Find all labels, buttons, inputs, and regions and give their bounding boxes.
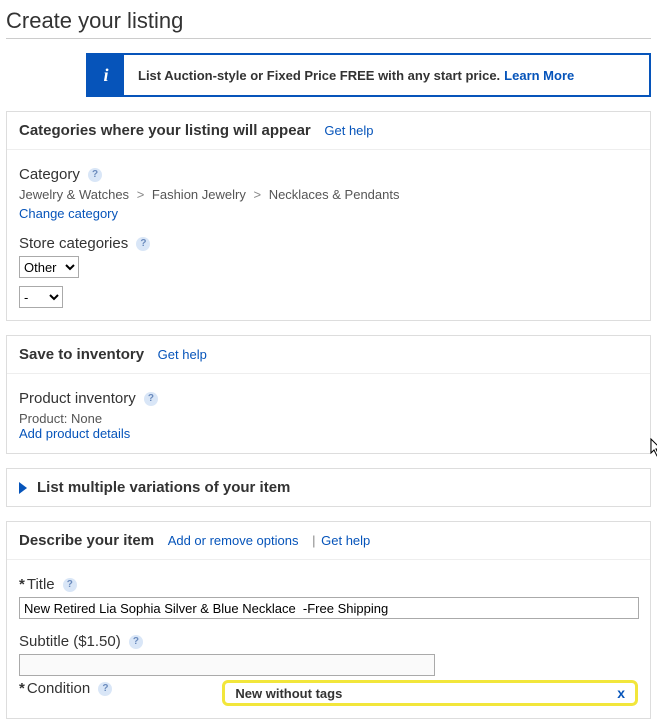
help-icon[interactable]: ? — [144, 392, 158, 406]
inventory-get-help-link[interactable]: Get help — [158, 347, 207, 362]
store-categories-label-text: Store categories — [19, 235, 128, 252]
help-icon[interactable]: ? — [98, 682, 112, 696]
inventory-section: Save to inventory Get help Product inven… — [6, 335, 651, 454]
subtitle-input[interactable] — [19, 654, 435, 676]
category-label-text: Category — [19, 166, 80, 183]
categories-header: Categories where your listing will appea… — [7, 112, 650, 150]
category-breadcrumb: Jewelry & Watches > Fashion Jewelry > Ne… — [19, 187, 638, 202]
add-product-details-link[interactable]: Add product details — [19, 426, 130, 441]
describe-section: Describe your item Add or remove options… — [6, 521, 651, 719]
chevron-right-icon: > — [253, 187, 261, 202]
store-categories-label: Store categories ? — [19, 235, 638, 252]
categories-section: Categories where your listing will appea… — [6, 111, 651, 321]
store-category-select-2[interactable]: - — [19, 286, 63, 308]
chevron-right-icon: > — [137, 187, 145, 202]
breadcrumb-item: Jewelry & Watches — [19, 187, 129, 202]
subtitle-label-text: Subtitle ($1.50) — [19, 633, 121, 650]
help-icon[interactable]: ? — [63, 578, 77, 592]
help-icon[interactable]: ? — [88, 168, 102, 182]
learn-more-link[interactable]: Learn More — [504, 68, 574, 83]
breadcrumb-item: Fashion Jewelry — [152, 187, 246, 202]
describe-get-help-link[interactable]: Get help — [321, 533, 370, 548]
describe-title: Describe your item — [19, 532, 154, 549]
categories-title: Categories where your listing will appea… — [19, 122, 311, 139]
condition-label-text: Condition — [27, 680, 90, 697]
info-banner: i List Auction-style or Fixed Price FREE… — [86, 53, 651, 97]
change-category-link[interactable]: Change category — [19, 206, 118, 221]
add-remove-options-link[interactable]: Add or remove options — [168, 533, 299, 548]
title-label-text: Title — [27, 576, 55, 593]
inventory-title: Save to inventory — [19, 346, 144, 363]
info-text: List Auction-style or Fixed Price FREE w… — [124, 55, 649, 95]
inventory-header: Save to inventory Get help — [7, 336, 650, 374]
variations-title: List multiple variations of your item — [37, 479, 290, 496]
options-separator: | — [312, 533, 315, 548]
required-star-icon: * — [19, 680, 25, 697]
category-label: Category ? — [19, 166, 638, 183]
variations-expander[interactable]: List multiple variations of your item — [6, 468, 651, 507]
required-star-icon: * — [19, 576, 25, 593]
title-divider — [6, 38, 651, 39]
title-input[interactable] — [19, 597, 639, 619]
breadcrumb-item: Necklaces & Pendants — [269, 187, 400, 202]
describe-header: Describe your item Add or remove options… — [7, 522, 650, 560]
condition-field-label: *Condition ? — [19, 680, 112, 697]
info-icon: i — [88, 55, 124, 95]
categories-get-help-link[interactable]: Get help — [324, 123, 373, 138]
title-field-label: *Title ? — [19, 576, 638, 593]
info-message: List Auction-style or Fixed Price FREE w… — [138, 68, 500, 83]
condition-tooltip-text: New without tags — [235, 686, 342, 701]
close-icon[interactable]: x — [617, 685, 625, 701]
store-category-select-1[interactable]: Other — [19, 256, 79, 278]
help-icon[interactable]: ? — [136, 237, 150, 251]
product-inventory-label-text: Product inventory — [19, 390, 136, 407]
help-icon[interactable]: ? — [129, 635, 143, 649]
caret-right-icon — [19, 482, 27, 494]
subtitle-field-label: Subtitle ($1.50) ? — [19, 633, 638, 650]
product-value: Product: None — [19, 411, 638, 426]
condition-tooltip: New without tags x — [222, 680, 638, 706]
page-title: Create your listing — [6, 8, 651, 34]
product-inventory-label: Product inventory ? — [19, 390, 638, 407]
